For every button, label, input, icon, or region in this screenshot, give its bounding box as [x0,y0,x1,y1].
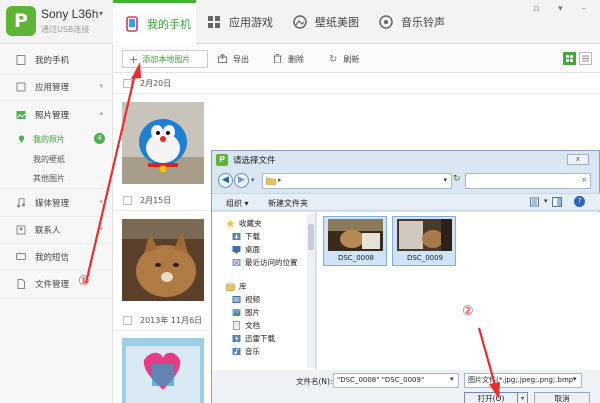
arrow-line-step2 [477,327,497,386]
arrow-line-step1 [84,73,137,284]
step-2-marker: ② [462,304,474,319]
step-1-marker: ① [78,274,90,289]
arrowhead-step1 [131,62,141,79]
arrowhead-step2 [489,382,500,399]
tutorial-annotation-arrows [84,62,500,399]
